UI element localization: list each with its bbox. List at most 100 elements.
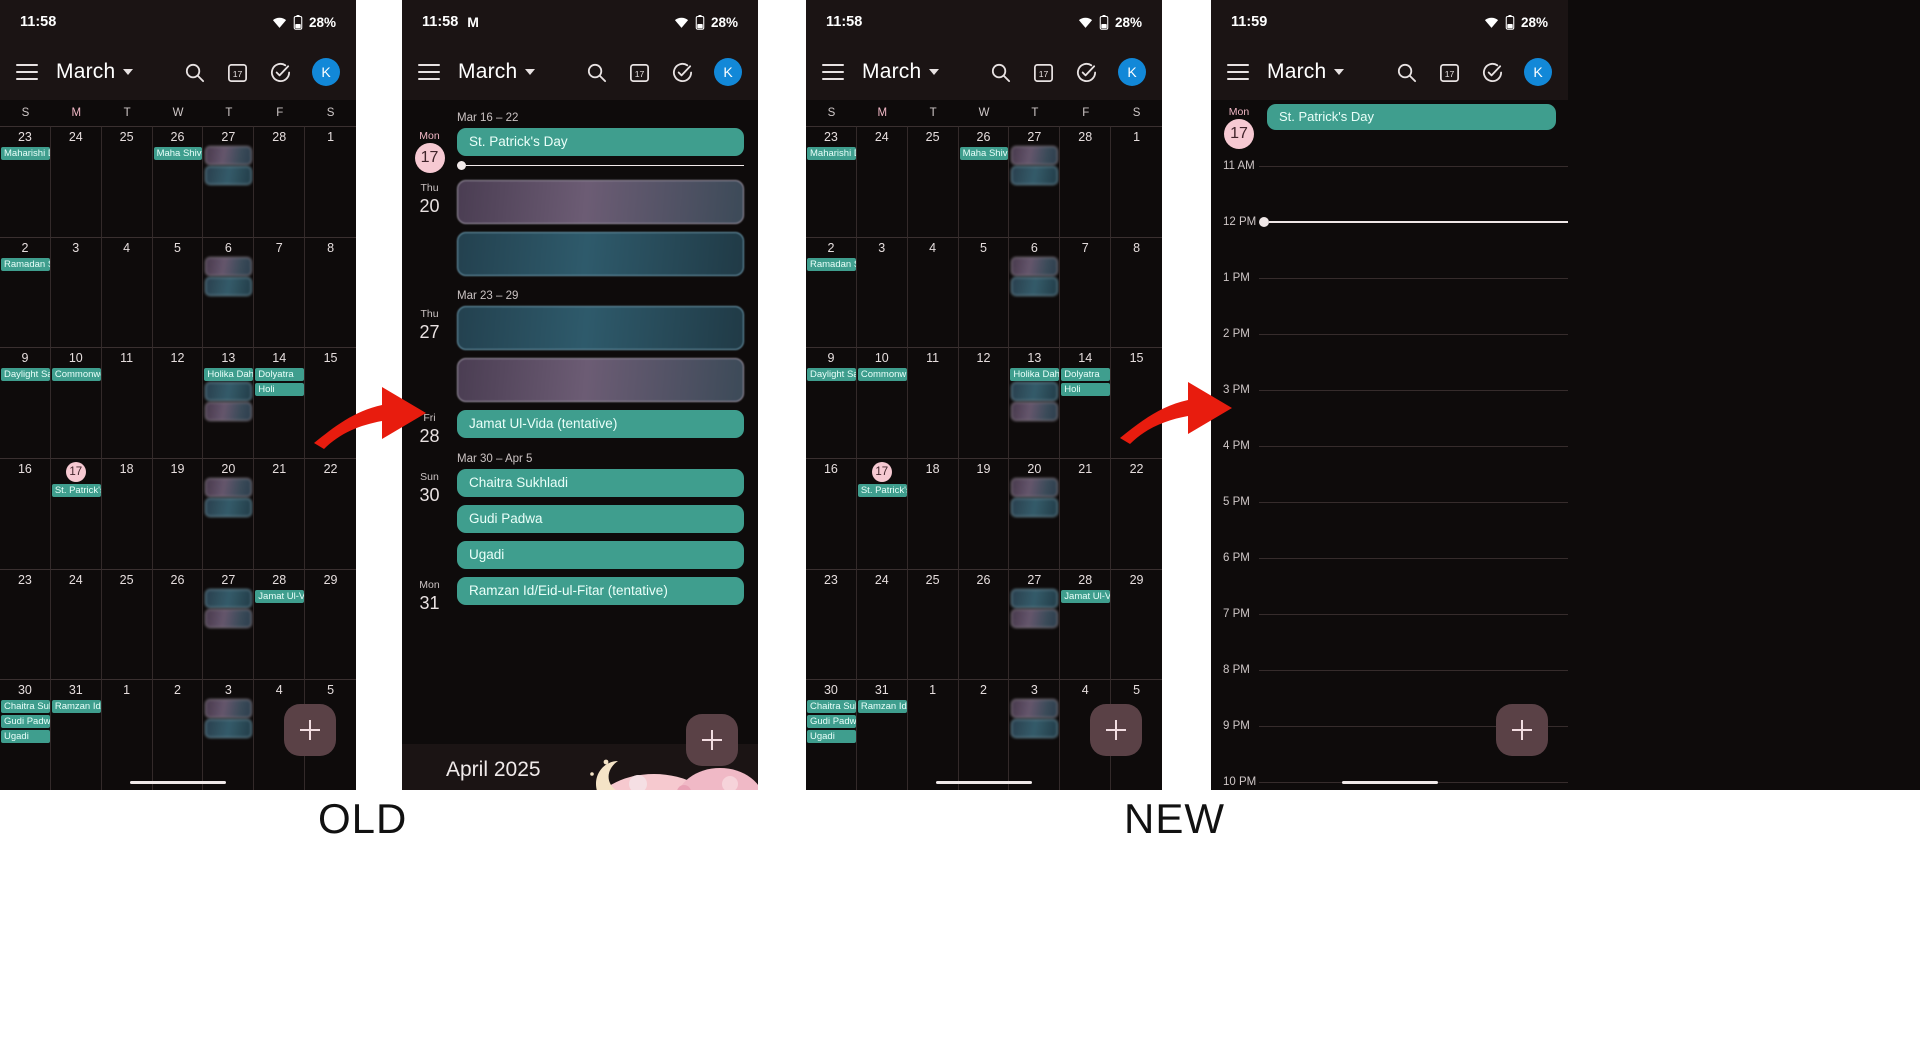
day-cell[interactable]: 12 [958,347,1010,458]
day-cell[interactable]: 4 [101,236,153,348]
day-cell[interactable]: 12 [152,347,204,458]
month-title[interactable]: March [458,60,517,84]
avatar[interactable]: K [1524,58,1552,86]
event-chip[interactable]: Ramzan Id/ [51,700,101,714]
event-chip[interactable]: Holi [255,383,305,397]
event-chip[interactable]: Ugadi [1,730,50,744]
redacted-event[interactable] [1011,719,1059,739]
day-cell[interactable]: 6 [1009,236,1061,348]
month-grid[interactable]: 23 Maharishi D 24 25 26 Maha Shiva 27 28 1 2 Ramad… [0,126,356,790]
day-cell[interactable]: 25 [101,126,153,237]
redacted-event[interactable] [1011,276,1059,296]
day-cell[interactable]: 1 [1111,126,1162,237]
day-cell[interactable]: 5 [958,236,1010,348]
redacted-event[interactable] [1011,699,1059,719]
day-cell[interactable]: 2 Ramadan S [806,236,857,348]
day-cell[interactable]: 17 St. Patrick's [856,457,908,569]
calendar-17-icon[interactable]: 17 [1032,61,1055,84]
day-cell[interactable]: 16 [806,457,857,569]
redacted-event[interactable] [205,699,253,719]
day-cell[interactable]: 28 Jamat Ul-V [1060,568,1112,680]
all-day-event[interactable]: St. Patrick's Day [1267,104,1556,130]
day-cell[interactable]: 20 [1009,457,1061,569]
day-cell[interactable]: 26 [152,568,204,680]
day-cell[interactable]: 25 [907,568,959,680]
day-cell[interactable]: 30 Chaitra SukGudi PadwaUgadi [0,679,51,790]
month-title[interactable]: March [862,60,921,84]
day-cell[interactable]: 24 [856,126,908,237]
event-chip[interactable]: Chaitra Suk [1,700,50,714]
chevron-down-icon[interactable] [123,69,134,75]
menu-icon[interactable] [1227,64,1249,80]
event-chip[interactable]: Holika Dah [1010,368,1060,382]
event-chip[interactable]: Holika Dah [204,368,254,382]
day-cell[interactable]: 1 [101,679,153,790]
redacted-event[interactable] [205,166,253,185]
event-chip[interactable]: Maha Shiva [153,147,203,160]
day-cell[interactable]: 13 Holika Dah [203,347,255,458]
day-cell[interactable]: 30 Chaitra SukGudi PadwaUgadi [806,679,857,790]
day-cell[interactable]: 3 [856,236,908,348]
day-cell[interactable]: 22 [305,457,356,569]
redacted-event[interactable] [1011,166,1059,185]
event-chip[interactable]: Ramadan S [807,257,856,271]
day-cell[interactable]: 26 [958,568,1010,680]
schedule-date[interactable]: Thu 20 [402,180,457,284]
redacted-event[interactable] [205,497,253,517]
schedule-event-holiday[interactable]: Jamat Ul-Vida (tentative) [457,410,744,438]
day-cell[interactable]: 25 [907,126,959,237]
check-circle-icon[interactable] [1075,61,1098,84]
day-cell[interactable]: 31 Ramzan Id/ [856,679,908,790]
day-cell[interactable]: 24 [50,126,102,237]
day-cell[interactable]: 11 [101,347,153,458]
day-cell[interactable]: 13 Holika Dah [1009,347,1061,458]
day-cell[interactable]: 5 [152,236,204,348]
day-cell[interactable]: 1 [305,126,356,237]
day-cell[interactable]: 4 [907,236,959,348]
avatar[interactable]: K [714,58,742,86]
redacted-event[interactable] [205,477,253,497]
day-cell[interactable]: 14 Dolyatra Holi [254,347,306,458]
day-cell[interactable]: 26 Maha Shiva [958,126,1010,237]
redacted-event[interactable] [205,588,253,608]
schedule-event-holiday[interactable]: Gudi Padwa [457,505,744,533]
day-cell[interactable]: 10 Commonw [856,347,908,458]
event-chip[interactable]: St. Patrick's [857,483,907,497]
schedule-event-redacted[interactable] [457,358,744,402]
calendar-17-icon[interactable]: 17 [628,61,651,84]
day-cell[interactable]: 21 [254,457,306,569]
avatar[interactable]: K [1118,58,1146,86]
redacted-event[interactable] [1011,588,1059,608]
redacted-event[interactable] [205,146,253,165]
event-chip[interactable]: Gudi Padwa [1,715,50,729]
schedule-event-holiday[interactable]: St. Patrick's Day [457,128,744,156]
event-chip[interactable]: Ramzan Id/ [857,700,907,714]
day-cell[interactable]: 28 [1060,126,1112,237]
schedule-event-holiday[interactable]: Ramzan Id/Eid-ul-Fitar (tentative) [457,577,744,605]
day-cell[interactable]: 19 [152,457,204,569]
day-cell[interactable]: 11 [907,347,959,458]
day-cell[interactable]: 17 St. Patrick's [50,457,102,569]
day-cell[interactable]: 3 [50,236,102,348]
menu-icon[interactable] [822,64,844,80]
event-chip[interactable]: Ugadi [807,730,856,744]
day-cell[interactable]: 2 [958,679,1010,790]
create-event-fab[interactable] [1090,704,1142,756]
event-chip[interactable]: Jamat Ul-V [1061,589,1111,603]
calendar-17-icon[interactable]: 17 [226,61,249,84]
check-circle-icon[interactable] [671,61,694,84]
check-circle-icon[interactable] [1481,61,1504,84]
redacted-event[interactable] [1011,146,1059,165]
day-cell[interactable]: 27 [203,126,255,237]
search-icon[interactable] [183,61,206,84]
schedule-event-redacted[interactable] [457,180,744,224]
search-icon[interactable] [1395,61,1418,84]
redacted-event[interactable] [205,402,253,422]
day-cell[interactable]: 6 [203,236,255,348]
day-cell[interactable]: 19 [958,457,1010,569]
day-cell[interactable]: 20 [203,457,255,569]
event-chip[interactable]: Maharishi D [807,147,856,160]
day-date[interactable]: Mon 17 [1211,104,1267,149]
day-cell[interactable]: 3 [203,679,255,790]
redacted-event[interactable] [1011,608,1059,628]
